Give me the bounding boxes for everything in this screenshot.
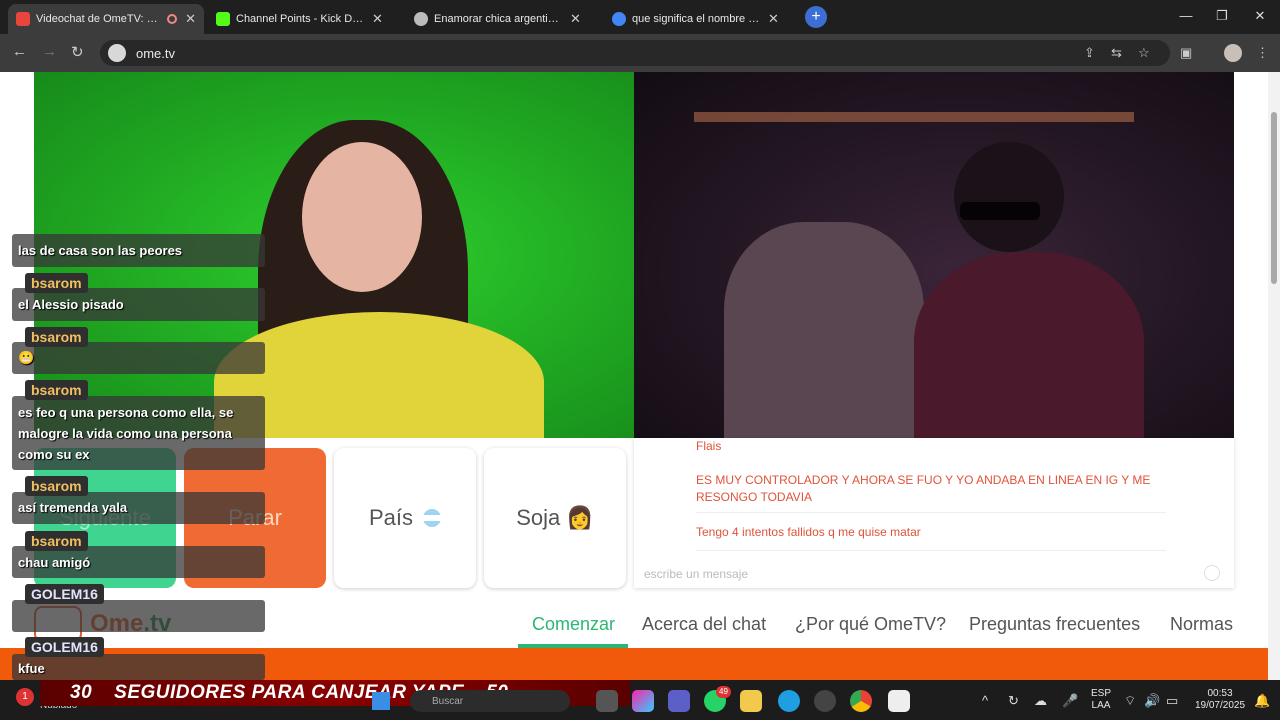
maximize-icon[interactable]: ❐	[1212, 8, 1232, 24]
globe-icon	[414, 12, 428, 26]
stream-chat-bubble	[12, 654, 265, 680]
stream-chat-user: bsarom	[25, 327, 88, 347]
stream-chat-bubble	[12, 600, 265, 632]
volume-icon[interactable]: 🔊	[1144, 693, 1160, 709]
close-icon[interactable]: ✕	[570, 11, 581, 27]
argentina-flag-icon	[423, 509, 442, 527]
back-icon[interactable]: ←	[12, 43, 27, 60]
menu-normas[interactable]: Normas	[1170, 614, 1233, 635]
recording-icon	[167, 14, 178, 24]
chat-divider	[696, 512, 1166, 513]
promo-left-number: 30	[70, 682, 93, 703]
sync-icon[interactable]: ↻	[1008, 693, 1019, 709]
wicker-chair	[724, 222, 924, 438]
new-tab-button[interactable]: +	[805, 6, 827, 28]
battery-icon[interactable]: ▭	[1166, 693, 1178, 709]
task-view-icon[interactable]	[596, 690, 618, 712]
language-indicator[interactable]: ESP LAA	[1086, 688, 1116, 712]
stream-chat-text: las de casa son las peores	[18, 243, 183, 258]
stream-chat-text: kfue	[18, 661, 45, 676]
translate-icon[interactable]: ⇆	[1111, 45, 1122, 61]
chat-message: Flais	[696, 439, 722, 453]
stream-chat-user: GOLEM16	[25, 637, 104, 657]
google-icon	[612, 12, 626, 26]
scrollbar-thumb[interactable]	[1271, 112, 1277, 284]
cloud-icon[interactable]: ☁	[1034, 693, 1047, 709]
microphone-icon[interactable]: 🎤	[1062, 693, 1078, 709]
message-input[interactable]: escribe un mensaje	[644, 567, 748, 581]
notifications-icon[interactable]: 🔔	[1254, 693, 1270, 709]
self-video	[634, 72, 1234, 438]
side-panel-icon[interactable]: ▣	[1180, 45, 1192, 61]
stream-chat-text: 😬	[18, 350, 35, 365]
menu-acerca[interactable]: Acerca del chat	[642, 614, 766, 635]
close-icon[interactable]: ✕	[185, 11, 196, 27]
wall-light	[694, 112, 1134, 122]
menu-preguntas[interactable]: Preguntas frecuentes	[969, 614, 1140, 635]
kick-favicon-icon	[216, 12, 230, 26]
capcut-icon[interactable]	[888, 690, 910, 712]
minimize-icon[interactable]: —	[1176, 8, 1196, 23]
chat-divider	[696, 550, 1166, 551]
stream-chat-user: bsarom	[25, 476, 88, 496]
tab-kick[interactable]: Channel Points - Kick Dashboar ✕	[208, 4, 404, 34]
tab-ometv[interactable]: Videochat de OmeTV: una a ✕	[8, 4, 204, 34]
clock[interactable]: 00:53 19/07/2025	[1188, 688, 1252, 712]
close-icon[interactable]: ✕	[768, 11, 779, 27]
ometv-favicon-icon	[16, 12, 30, 26]
head-shape	[954, 142, 1064, 252]
tab-google[interactable]: que significa el nombre hanara ✕	[604, 4, 800, 34]
profile-avatar[interactable]	[1224, 44, 1242, 62]
close-icon[interactable]: ✕	[372, 11, 383, 27]
stream-chat-text: el Alessio pisado	[18, 297, 124, 312]
file-explorer-icon[interactable]	[740, 690, 762, 712]
copilot-icon[interactable]	[632, 690, 654, 712]
chat-message: Tengo 4 intentos fallidos q me quise mat…	[696, 525, 921, 539]
stream-chat-user: bsarom	[25, 273, 88, 293]
whatsapp-badge: 49	[716, 686, 731, 698]
tab-enamorar[interactable]: Enamorar chica argentina Ome ✕	[406, 4, 602, 34]
face-shape	[302, 142, 422, 292]
sunglasses-icon	[960, 202, 1040, 220]
windows-start-icon[interactable]	[372, 692, 390, 710]
reload-icon[interactable]: ↻	[71, 43, 84, 61]
wifi-icon[interactable]: ⌔	[1124, 693, 1136, 709]
teams-icon[interactable]	[668, 690, 690, 712]
hoodie-shape	[914, 252, 1144, 438]
stream-chat-text: es feo q una persona como ella, se malog…	[18, 405, 234, 462]
stream-chat-user: bsarom	[25, 380, 88, 400]
menu-comenzar[interactable]: Comenzar	[532, 614, 615, 635]
menu-kebab-icon[interactable]: ⋮	[1256, 45, 1269, 61]
emoji-icon[interactable]	[1204, 565, 1220, 581]
window-close-icon[interactable]: ✕	[1250, 8, 1270, 24]
stream-chat-user: GOLEM16	[25, 584, 104, 604]
taskbar-search[interactable]: Buscar	[410, 690, 570, 712]
country-button[interactable]: País	[334, 448, 476, 588]
forward-icon[interactable]: →	[42, 43, 57, 60]
gender-button[interactable]: Soja 👩	[484, 448, 626, 588]
edge-icon[interactable]	[778, 690, 800, 712]
chrome-icon[interactable]	[850, 690, 872, 712]
weather-icon[interactable]: 1	[16, 688, 34, 706]
menu-por-que[interactable]: ¿Por qué OmeTV?	[795, 614, 946, 635]
stream-chat-user: bsarom	[25, 531, 88, 551]
obs-icon[interactable]	[814, 690, 836, 712]
url-bar[interactable]: ome.tv	[100, 40, 1170, 66]
text-chat-panel: Flais ES MUY CONTROLADOR Y AHORA SE FUO …	[634, 438, 1234, 588]
bookmark-star-icon[interactable]: ☆	[1138, 45, 1150, 61]
install-app-icon[interactable]: ⇪	[1084, 45, 1095, 61]
stream-chat-text: chau amigó	[18, 555, 91, 570]
chat-message: ES MUY CONTROLADOR Y AHORA SE FUO Y YO A…	[696, 473, 1151, 504]
tray-overflow-icon[interactable]: ^	[982, 693, 988, 708]
site-info-icon[interactable]	[108, 44, 126, 62]
screen: Videochat de OmeTV: una a ✕ Channel Poin…	[0, 0, 1280, 720]
stream-chat-text: así tremenda yala	[18, 500, 128, 515]
